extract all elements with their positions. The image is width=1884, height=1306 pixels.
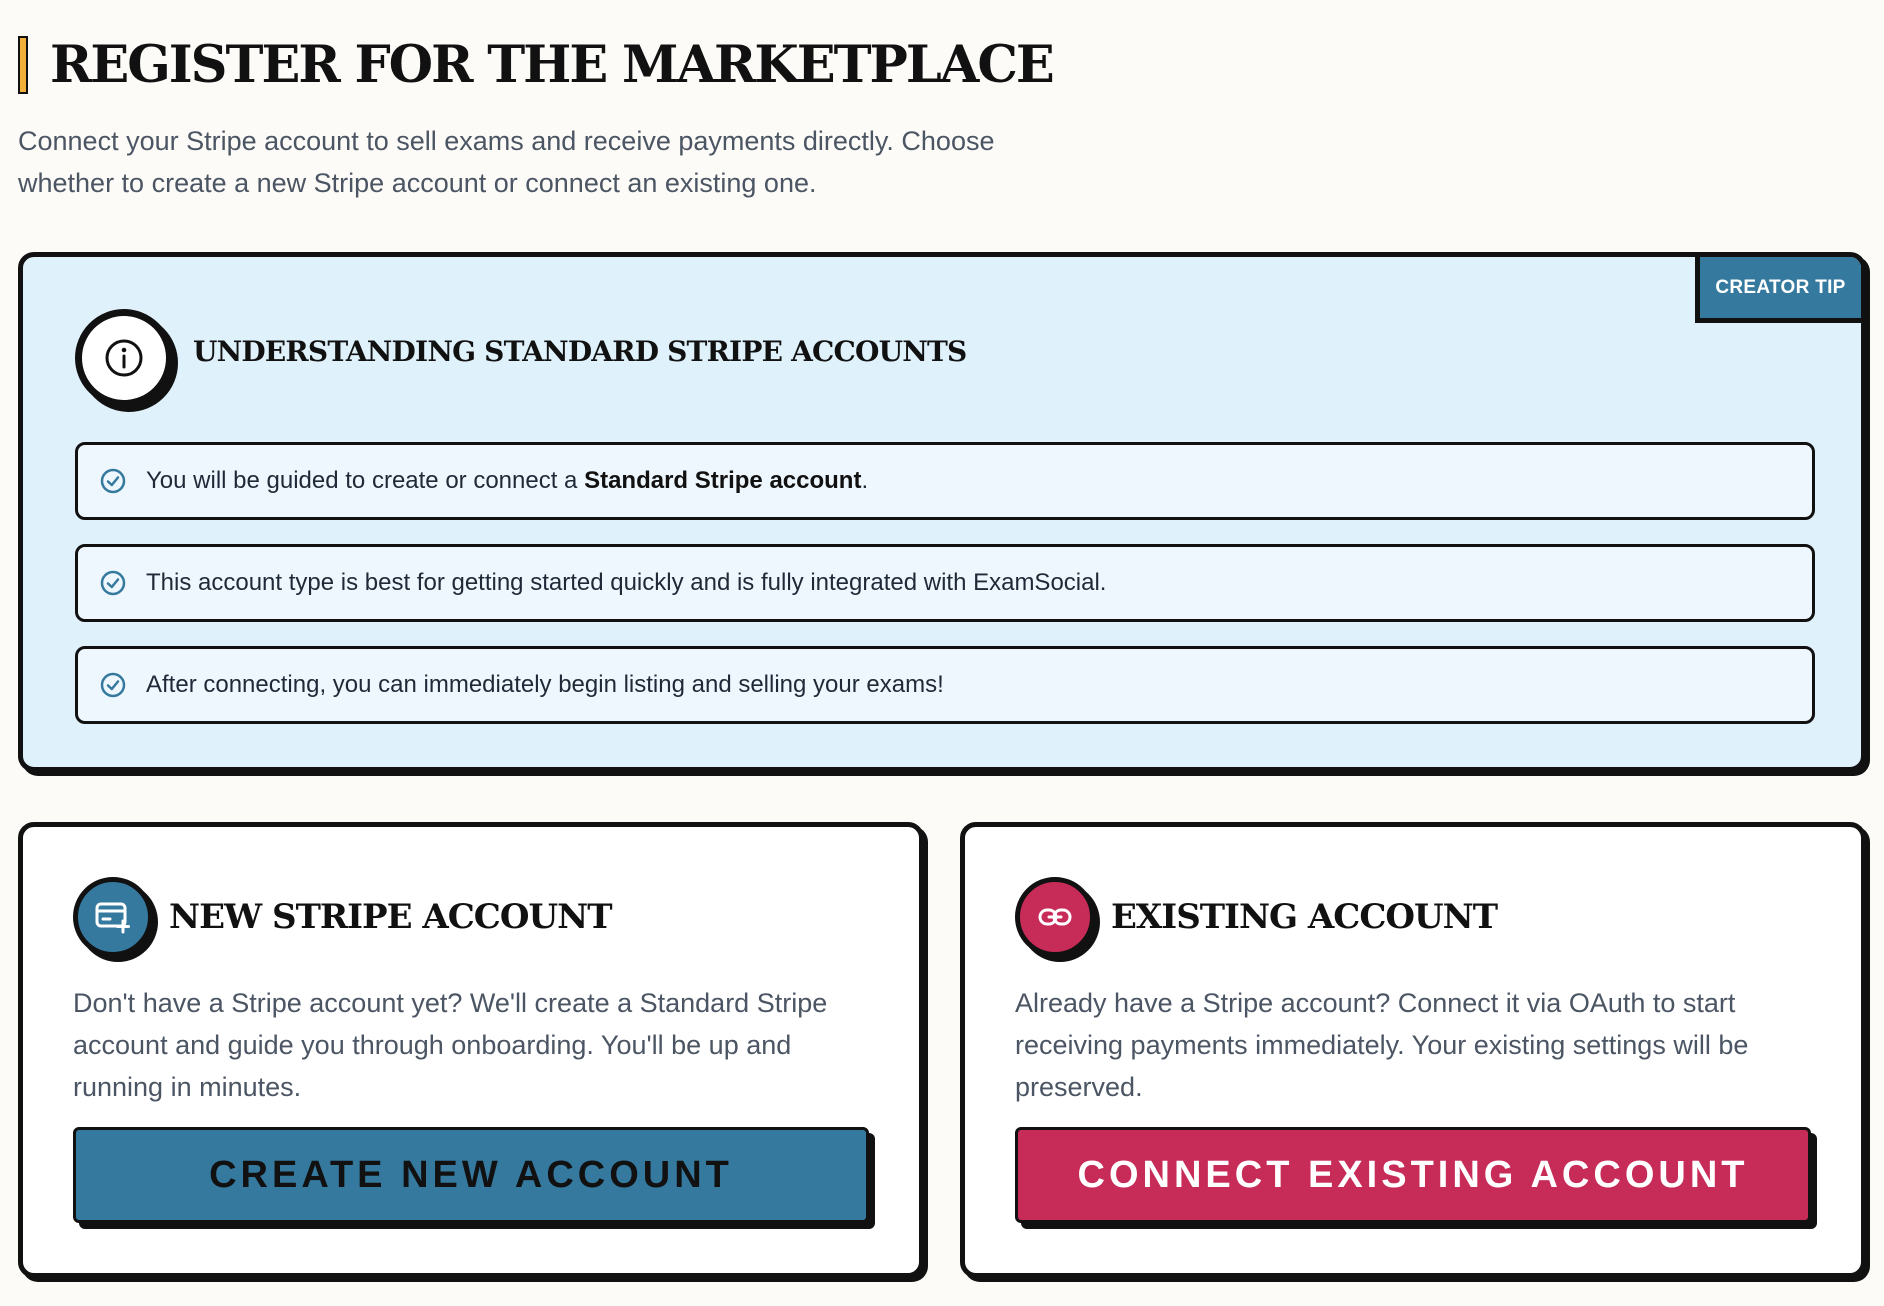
check-circle-icon bbox=[100, 468, 126, 494]
tip-text-after: . bbox=[861, 467, 869, 494]
check-circle-icon bbox=[100, 570, 126, 596]
card-add-icon bbox=[73, 877, 153, 957]
create-new-account-button[interactable]: CREATE NEW ACCOUNT bbox=[73, 1127, 869, 1223]
creator-tip-badge: CREATOR TIP bbox=[1695, 257, 1861, 323]
tip-text-before: You will be guided to create or connect … bbox=[146, 467, 585, 494]
tip-item-text: This account type is best for getting st… bbox=[146, 569, 1107, 596]
check-circle-icon bbox=[100, 672, 126, 698]
tip-title: UNDERSTANDING STANDARD STRIPE ACCOUNTS bbox=[193, 335, 967, 368]
tip-item: This account type is best for getting st… bbox=[75, 544, 1815, 622]
existing-account-header: EXISTING ACCOUNT bbox=[1015, 877, 1498, 957]
title-accent-bar bbox=[18, 36, 28, 94]
page-subtitle: Connect your Stripe account to sell exam… bbox=[18, 126, 995, 198]
info-icon bbox=[75, 309, 173, 407]
new-account-card: NEW STRIPE ACCOUNT Don't have a Stripe a… bbox=[18, 822, 924, 1278]
link-icon bbox=[1015, 877, 1095, 957]
tip-item-text: After connecting, you can immediately be… bbox=[146, 671, 944, 698]
tip-item: After connecting, you can immediately be… bbox=[75, 646, 1815, 724]
title-row: REGISTER FOR THE MARKETPLACE bbox=[18, 30, 1055, 100]
creator-tip-panel: CREATOR TIP UNDERSTANDING STANDARD STRIP… bbox=[18, 252, 1866, 772]
tip-item-text: You will be guided to create or connect … bbox=[146, 467, 868, 495]
existing-account-card: EXISTING ACCOUNT Already have a Stripe a… bbox=[960, 822, 1866, 1278]
new-account-header: NEW STRIPE ACCOUNT bbox=[73, 877, 612, 957]
tip-item: You will be guided to create or connect … bbox=[75, 442, 1815, 520]
page-title: REGISTER FOR THE MARKETPLACE bbox=[50, 35, 1055, 95]
tip-list: You will be guided to create or connect … bbox=[75, 442, 1815, 748]
existing-account-description: Already have a Stripe account? Connect i… bbox=[1015, 988, 1749, 1102]
connect-existing-account-button[interactable]: CONNECT EXISTING ACCOUNT bbox=[1015, 1127, 1811, 1223]
new-account-title: NEW STRIPE ACCOUNT bbox=[169, 897, 612, 937]
new-account-description: Don't have a Stripe account yet? We'll c… bbox=[73, 988, 828, 1102]
tip-text-bold: Standard Stripe account bbox=[584, 467, 862, 494]
existing-account-title: EXISTING ACCOUNT bbox=[1111, 897, 1498, 937]
page-header: REGISTER FOR THE MARKETPLACE Connect you… bbox=[18, 30, 1055, 204]
